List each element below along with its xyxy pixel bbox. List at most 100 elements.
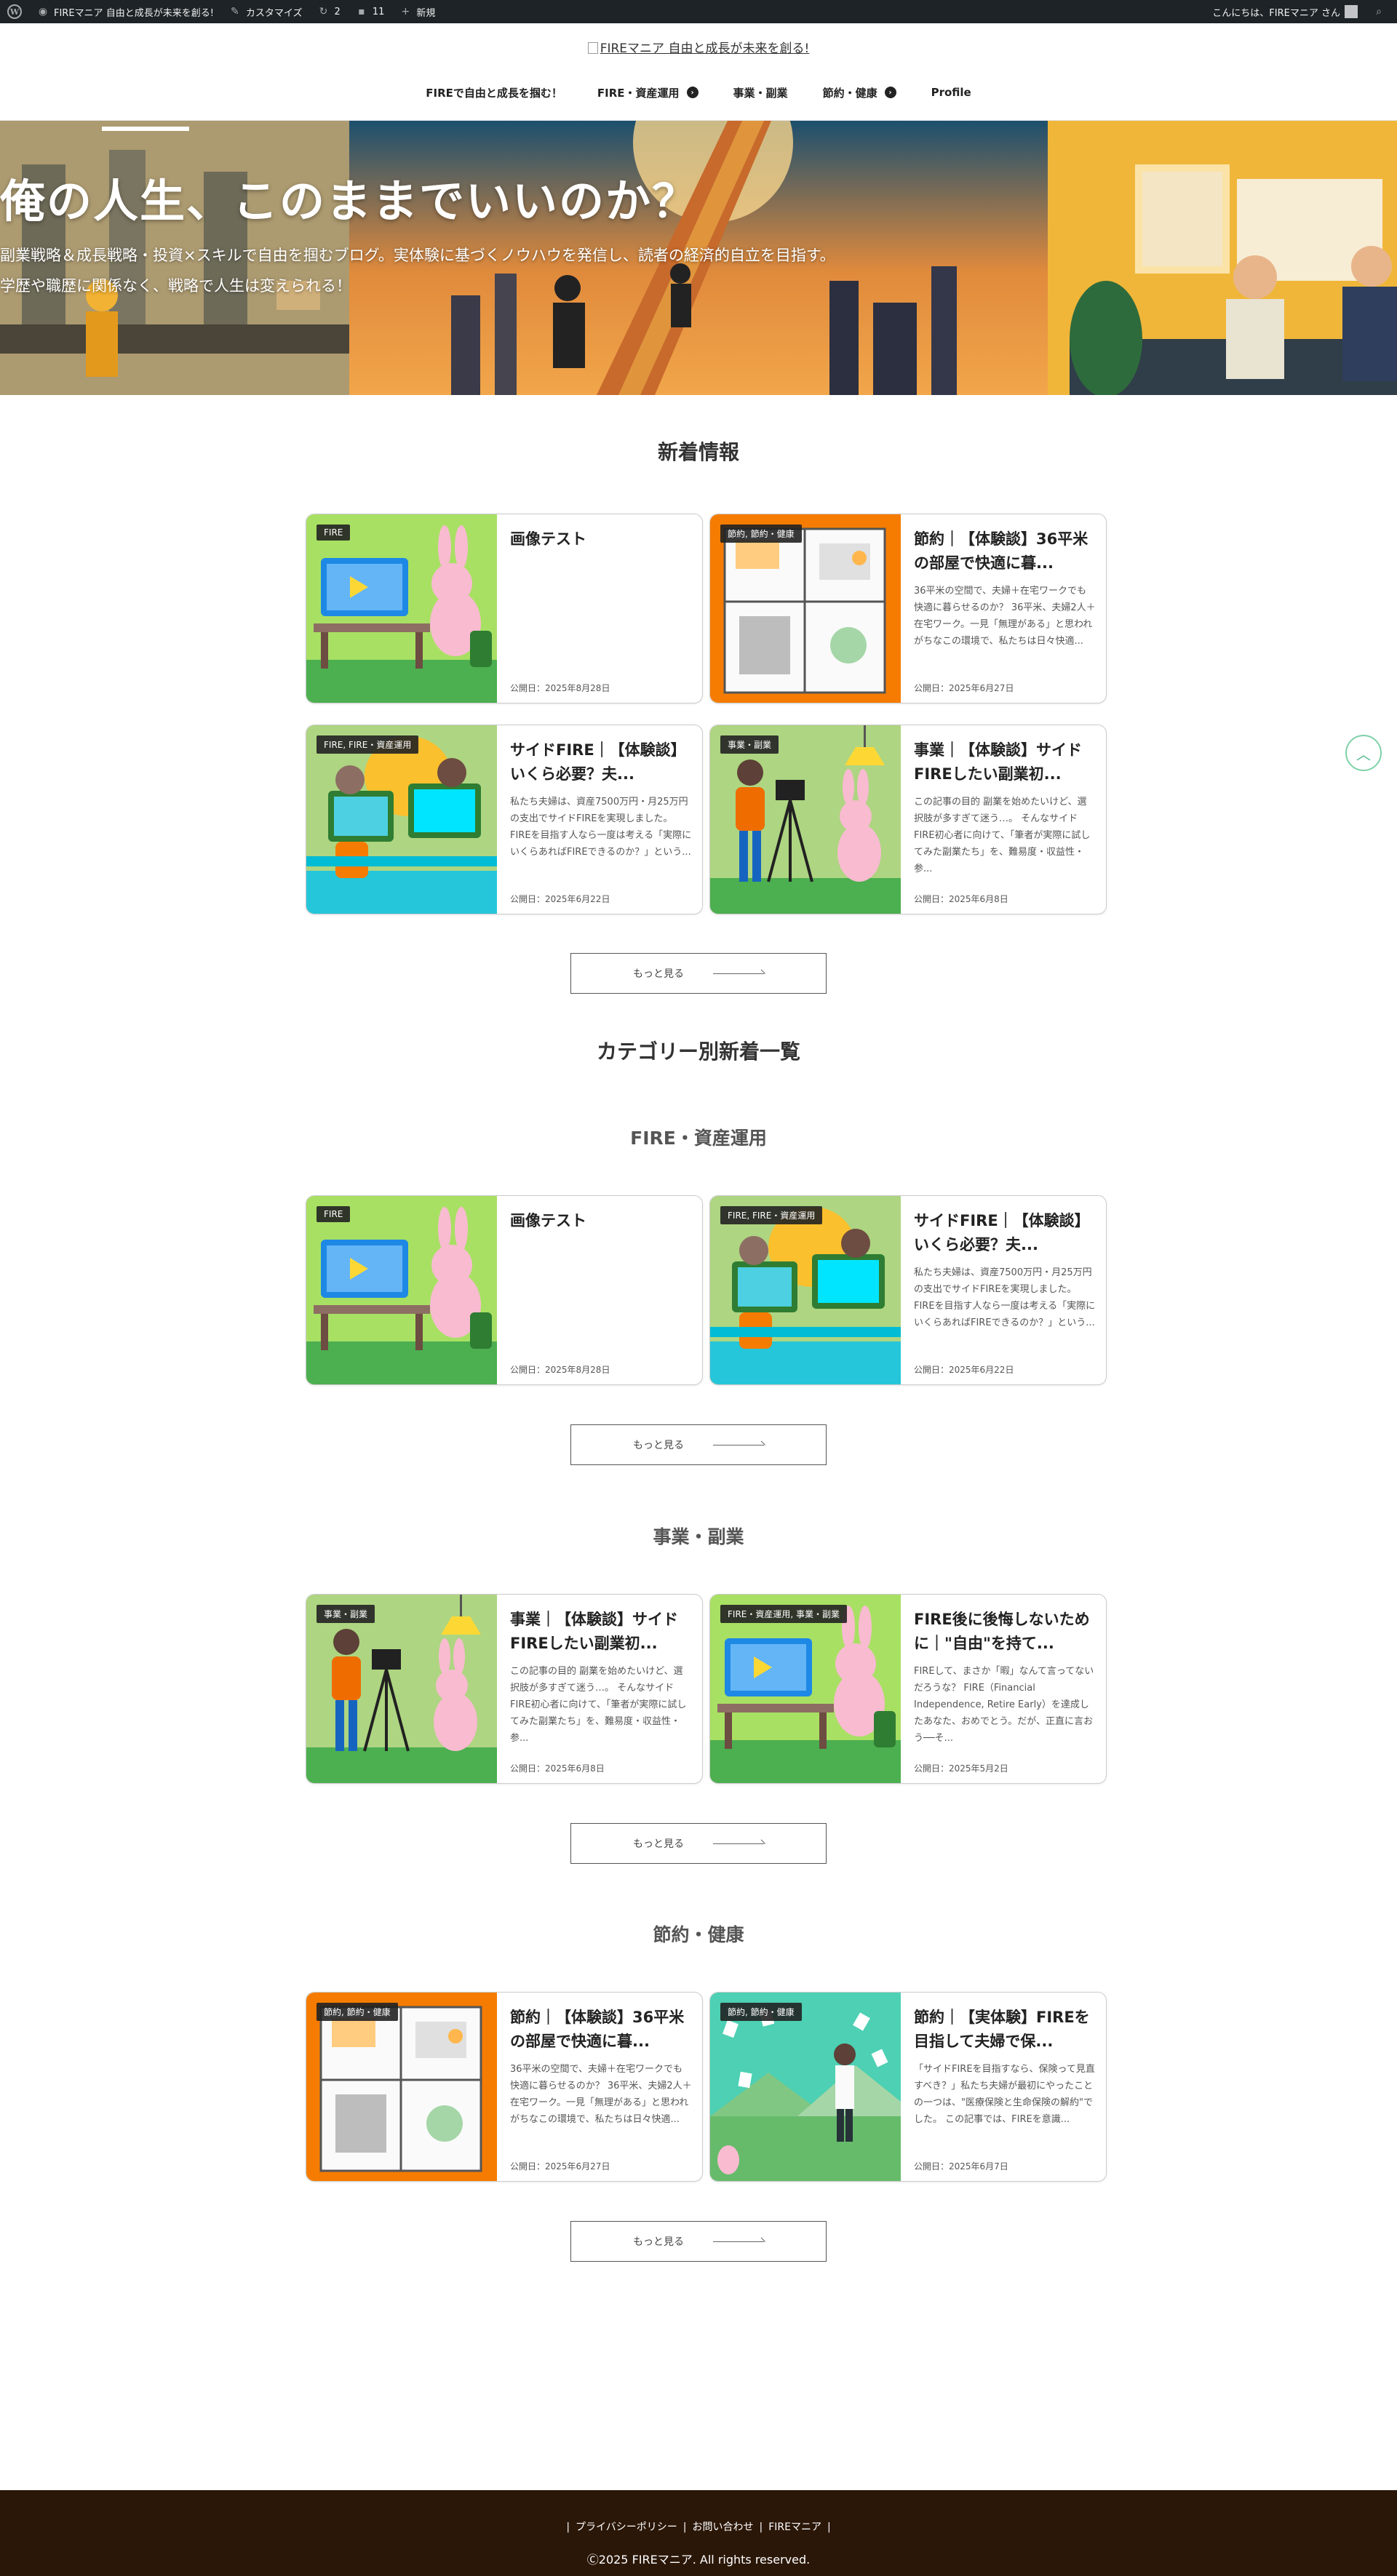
post-title: 節約｜【実体験】FIREを目指して夫婦で保... [914,2009,1090,2050]
separator: | [566,2521,570,2533]
admin-bar: W ◉ FIREマニア 自由と成長が未来を創る! ✎ カスタマイズ ↻ 2 ▪ … [0,0,1397,23]
post-card[interactable]: FIRE・資産運用, 事業・副業 FIRE後に後悔しないために｜"自由"を持て.… [709,1594,1107,1784]
site-name-menu[interactable]: ◉ FIREマニア 自由と成長が未来を創る! [29,0,221,23]
updates-icon: ↻ [319,6,328,17]
hero-title: 俺の人生、このままでいいのか？ [0,175,699,228]
separator: | [827,2521,831,2533]
post-excerpt [510,1264,692,1348]
customize-link[interactable]: ✎ カスタマイズ [221,0,310,23]
more-button-fire[interactable]: もっと見る [570,1424,827,1465]
post-title: サイドFIRE｜【体験談】いくら必要？夫... [510,741,686,783]
section-title-saving: 節約・健康 [653,1924,744,1945]
wordpress-icon: W [7,4,22,19]
nav-item-business[interactable]: 事業・副業 [716,81,805,103]
brush-icon: ✎ [231,6,239,17]
category-tag: 事業・副業 [317,1605,375,1623]
site-name-label: FIREマニア 自由と成長が未来を創る! [54,7,214,19]
category-tag: FIRE [317,1206,351,1222]
nav-item-home[interactable]: FIREで自由と成長を掴む！ [408,81,580,103]
updates-count: 2 [334,6,341,17]
avatar [1345,5,1358,18]
nav-label: 事業・副業 [733,86,788,100]
post-card[interactable]: 節約, 節約・健康 節約｜【体験談】36平米の部屋で快適に暮... 36平米の空… [306,1992,703,2182]
nav-item-fire[interactable]: FIRE・資産運用 › [580,81,716,103]
site-footer: | プライバシーポリシー | お問い合わせ | FIREマニア | Ⓒ2025 FIREマニ… [0,2490,1397,2576]
post-card[interactable]: FIRE 画像テスト 公開日：2025年8月28日 [306,1195,703,1385]
footer-links: | プライバシーポリシー | お問い合わせ | FIREマニア | [0,2519,1397,2534]
post-excerpt [510,583,692,666]
nav-label: FIREで自由と成長を掴む！ [426,86,562,100]
post-date: 公開日：2025年6月22日 [510,894,610,904]
more-button-business[interactable]: もっと見る [570,1823,827,1864]
post-title: 事業｜【体験談】サイドFIREしたい副業初... [914,741,1082,783]
more-button-saving[interactable]: もっと見る [570,2221,827,2262]
chevron-right-icon: › [884,87,896,98]
new-content-menu[interactable]: + 新規 [391,0,442,23]
copyright: Ⓒ2025 FIREマニア. All rights reserved. [586,2553,811,2567]
admin-search-button[interactable]: ⌕ [1365,0,1397,23]
post-card[interactable]: FIRE 画像テスト 公開日：2025年8月28日 [306,514,703,703]
post-title: 節約｜【体験談】36平米の部屋で快適に暮... [510,2009,685,2050]
svg-text:W: W [9,7,20,17]
comments-link[interactable]: ▪ 11 [348,0,392,23]
post-date: 公開日：2025年6月8日 [510,1763,605,1774]
plus-icon: + [401,6,410,17]
global-nav: FIREで自由と成長を掴む！ FIRE・資産運用 › 事業・副業 節約・健康 › P… [0,81,1397,103]
post-card[interactable]: FIRE, FIRE・資産運用 サイドFIRE｜【体験談】いくら必要？夫... … [709,1195,1107,1385]
post-card[interactable]: 事業・副業 事業｜【体験談】サイドFIREしたい副業初... この記事の目的 副… [306,1594,703,1784]
section-title-fire: FIRE・資産運用 [630,1128,767,1149]
hero-banner: 俺の人生、このままでいいのか？ 副業戦略＆成長戦略・投資×スキルで自由を掴むブロ… [0,121,1397,395]
post-title: サイドFIRE｜【体験談】いくら必要？夫... [914,1212,1090,1253]
post-thumbnail [710,1993,901,2182]
post-date: 公開日：2025年8月28日 [510,683,610,693]
post-card[interactable]: 節約, 節約・健康 節約｜【実体験】FIREを目指して夫婦で保... 「サイドF… [709,1992,1107,2182]
post-title: 節約｜【体験談】36平米の部屋で快適に暮... [914,530,1088,572]
more-button-latest[interactable]: もっと見る [570,953,827,994]
customize-label: カスタマイズ [245,7,303,19]
post-excerpt: この記事の目的 副業を始めたいけど、選択肢が多すぎて迷う…。 そんなサイドFIR… [510,1666,687,1744]
updates-link[interactable]: ↻ 2 [310,0,348,23]
post-title: 事業｜【体験談】サイドFIREしたい副業初... [510,1611,678,1652]
nav-item-saving[interactable]: 節約・健康 › [805,81,914,103]
arrow-right-icon [713,1840,764,1847]
post-thumbnail [710,1196,901,1385]
post-date: 公開日：2025年5月2日 [914,1763,1008,1774]
new-label: 新規 [416,7,436,19]
post-date: 公開日：2025年6月27日 [510,2161,610,2172]
site-link[interactable]: FIREマニア [765,2521,824,2533]
section-title-categories: カテゴリー別新着一覧 [596,1040,800,1064]
post-date: 公開日：2025年6月7日 [914,2161,1008,2172]
more-label: もっと見る [633,1440,684,1451]
account-menu[interactable]: こんにちは、FIREマニア さん [1205,0,1365,23]
more-label: もっと見る [633,2236,684,2248]
hero-accent-bar [102,127,189,131]
category-tag: 節約, 節約・健康 [720,525,802,543]
post-thumbnail [306,1595,497,1784]
post-card[interactable]: 事業・副業 事業｜【体験談】サイドFIREしたい副業初... この記事の目的 副… [709,725,1107,914]
category-tag: FIRE, FIRE・資産運用 [317,735,419,754]
more-label: もっと見る [633,1838,684,1850]
privacy-link[interactable]: プライバシーポリシー [573,2521,680,2533]
greeting-label: こんにちは、FIREマニア さん [1212,7,1340,19]
hero-description: 副業戦略＆成長戦略・投資×スキルで自由を掴むブログ。実体験に基づくノウハウを発信… [0,247,835,295]
site-header: FIREマニア 自由と成長が未来を創る! FIREで自由と成長を掴む！ FIRE… [0,23,1397,121]
nav-item-profile[interactable]: Profile [914,81,989,103]
comments-count: 11 [372,6,385,17]
post-card[interactable]: FIRE, FIRE・資産運用 サイドFIRE｜【体験談】いくら必要？夫... … [306,725,703,914]
wordpress-menu[interactable]: W [0,0,29,23]
post-title: 画像テスト [510,530,586,548]
logo-alt-text: FIREマニア 自由と成長が未来を創る! [600,41,810,56]
post-thumbnail [306,1196,497,1385]
post-card[interactable]: 節約, 節約・健康 節約｜【体験談】36平米の部屋で快適に暮... 36平米の空… [709,514,1107,703]
post-thumbnail [306,514,497,703]
arrow-right-icon [713,2238,764,2245]
site-logo-link[interactable]: FIREマニア 自由と成長が未来を創る! [0,38,1397,56]
post-excerpt: 私たち夫婦は、資産7500万円・月25万円の支出でサイドFIREを実現しました。… [510,797,692,858]
contact-link[interactable]: お問い合わせ [689,2521,756,2533]
post-date: 公開日：2025年8月28日 [510,1365,610,1375]
category-tag: FIRE [317,525,351,541]
post-date: 公開日：2025年6月22日 [914,1365,1014,1375]
separator: | [682,2521,687,2533]
search-icon: ⌕ [1376,6,1382,17]
back-to-top-button[interactable]: ︿ [1345,735,1382,771]
